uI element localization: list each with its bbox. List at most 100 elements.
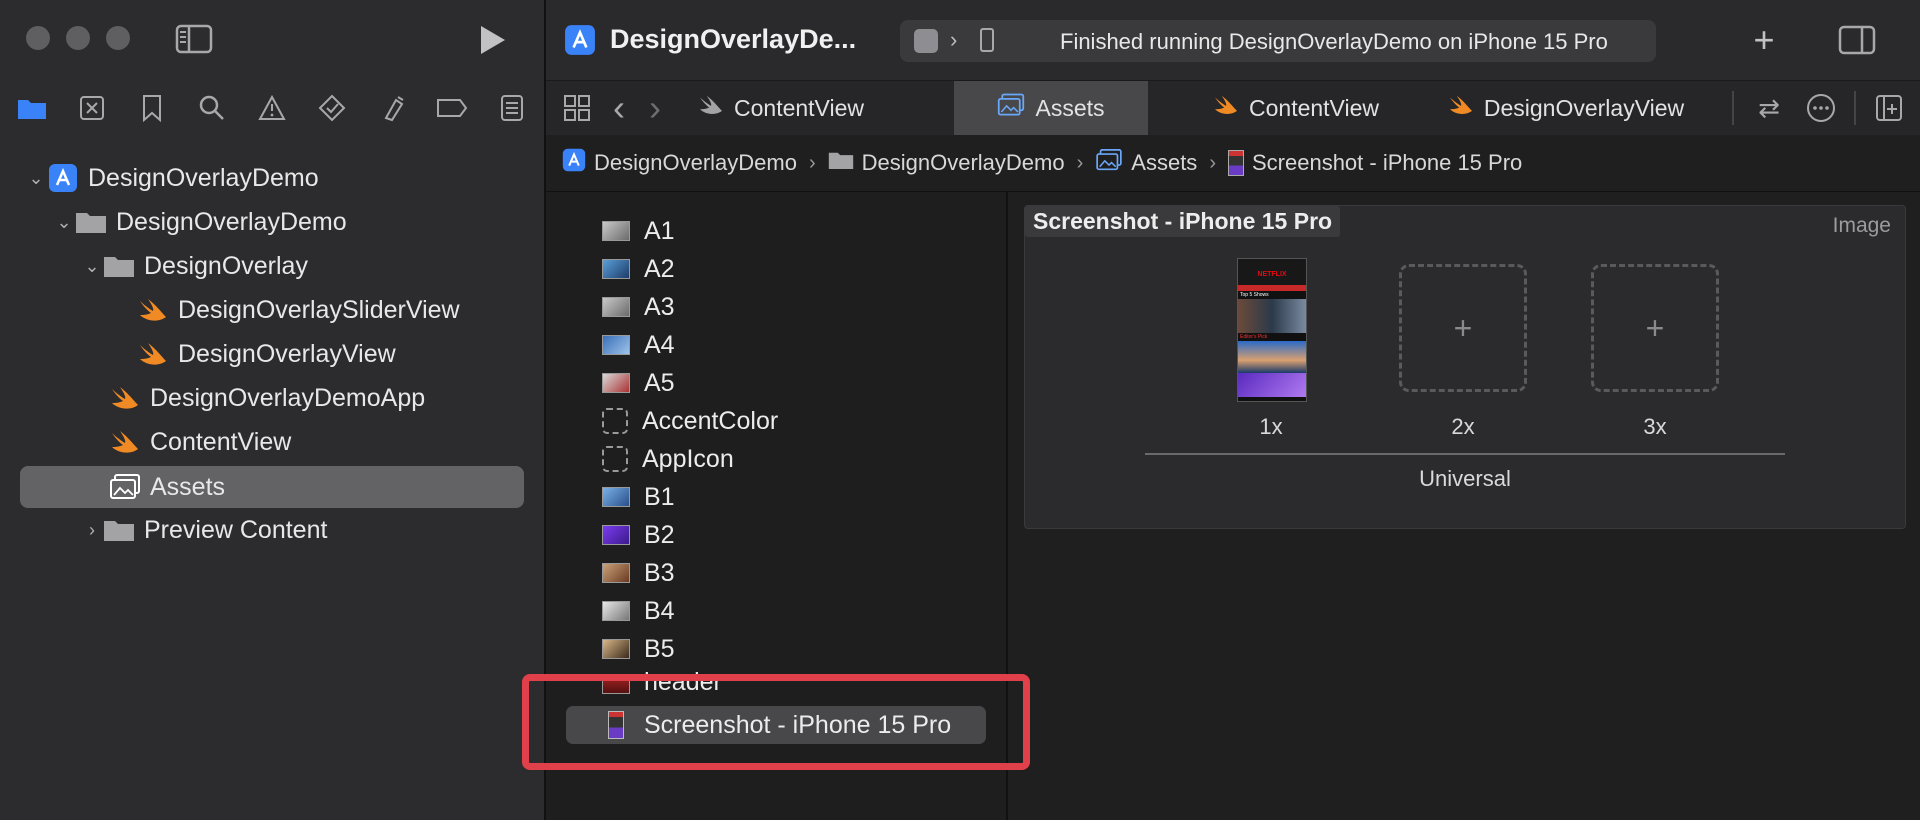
sidebar-toggle-icon[interactable] (174, 20, 214, 58)
list-item[interactable]: A5 (602, 364, 675, 402)
tree-item-group[interactable]: › Preview Content (82, 510, 327, 550)
list-item[interactable]: B5 (602, 630, 675, 668)
breadcrumb-item-project[interactable]: DesignOverlayDemo (562, 148, 797, 178)
app-scheme-icon[interactable] (914, 29, 938, 53)
list-item[interactable]: B3 (602, 554, 675, 592)
tree-item-file[interactable]: ContentView (108, 422, 291, 462)
folder-icon (74, 207, 108, 237)
tree-item-group[interactable]: ⌄ DesignOverlay (82, 246, 308, 286)
zoom-window-button[interactable] (106, 26, 130, 50)
image-thumbnail-icon (602, 373, 630, 393)
chevron-right-icon: › (950, 27, 958, 52)
forward-chevron-icon[interactable]: › (640, 87, 670, 128)
image-slot-3x[interactable]: + (1591, 264, 1719, 392)
list-item[interactable]: AccentColor (602, 402, 778, 440)
chevron-down-icon[interactable]: ⌄ (26, 168, 46, 189)
chevron-right-icon: › (1076, 151, 1084, 174)
image-slot-2x[interactable]: + (1399, 264, 1527, 392)
swap-arrows-icon[interactable]: ⇄ (1752, 91, 1786, 125)
tab-contentview[interactable]: ContentView (1186, 81, 1406, 135)
asset-label: A3 (644, 292, 675, 321)
tab-contentview[interactable]: ContentView (686, 81, 876, 135)
thumbnail-brand: NETFLIX (1257, 271, 1287, 278)
iphone-device-icon[interactable] (980, 28, 994, 52)
image-slot-1x[interactable]: NETFLIX Top 5 Shows Editor's Pick (1237, 258, 1307, 402)
tree-item-label: Assets (150, 472, 226, 501)
xcode-project-icon (564, 24, 596, 56)
tree-item-label: DesignOverlay (144, 251, 308, 280)
add-icon[interactable]: + (1744, 19, 1784, 60)
chevron-down-icon[interactable]: ⌄ (82, 256, 102, 277)
warning-icon[interactable] (252, 86, 292, 130)
back-chevron-icon[interactable]: ‹ (604, 87, 634, 128)
tab-label: Assets (1035, 94, 1105, 121)
minimize-window-button[interactable] (66, 26, 90, 50)
list-item[interactable]: B4 (602, 592, 675, 630)
swift-file-icon (136, 295, 170, 325)
asset-label: B1 (644, 482, 675, 511)
search-icon[interactable] (192, 86, 232, 130)
image-thumbnail-icon (602, 601, 630, 621)
tree-item-file[interactable]: DesignOverlayDemoApp (108, 378, 425, 418)
list-item[interactable]: A3 (602, 288, 675, 326)
run-play-icon[interactable] (472, 20, 512, 60)
tree-item-project[interactable]: ⌄ DesignOverlayDemo (26, 158, 319, 198)
navigator-selector-bar (0, 86, 544, 130)
project-title: DesignOverlayDe... (610, 24, 857, 54)
asset-label: AppIcon (642, 444, 734, 473)
debug-icon[interactable] (372, 86, 412, 130)
grid-related-items-icon[interactable] (560, 91, 594, 125)
breadcrumb-label: Screenshot - iPhone 15 Pro (1251, 150, 1523, 175)
list-item[interactable]: A2 (602, 250, 675, 288)
slot-label-2x: 2x (1451, 414, 1475, 439)
breadcrumb-item-assets[interactable]: Assets (1095, 149, 1197, 177)
chevron-right-icon[interactable]: › (82, 520, 102, 541)
source-control-icon[interactable] (72, 86, 112, 130)
image-set-title: Screenshot - iPhone 15 Pro (1025, 206, 1341, 237)
bookmark-icon[interactable] (132, 86, 172, 130)
list-item[interactable]: B2 (602, 516, 675, 554)
activity-status-bar[interactable]: › Finished running DesignOverlayDemo on … (900, 20, 1656, 62)
folder-icon (102, 515, 136, 545)
group-label: Universal (1419, 466, 1511, 491)
tree-item-label: DesignOverlaySliderView (178, 295, 460, 324)
inspector-toggle-icon[interactable] (1836, 22, 1878, 58)
divider (1854, 91, 1856, 125)
report-icon[interactable] (492, 86, 532, 130)
tree-item-label: DesignOverlayDemoApp (150, 383, 426, 412)
folder-icon[interactable] (12, 86, 52, 130)
list-item[interactable]: AppIcon (602, 440, 734, 478)
thumbnail-section-1: Top 5 Shows (1240, 292, 1269, 298)
asset-label: A2 (644, 254, 675, 283)
divider (1732, 91, 1734, 125)
tree-item-label: DesignOverlayDemo (116, 207, 347, 236)
breadcrumb: DesignOverlayDemo › DesignOverlayDemo › … (546, 135, 1920, 192)
list-item[interactable]: B1 (602, 478, 675, 516)
list-item[interactable]: A4 (602, 326, 675, 364)
tree-item-file[interactable]: DesignOverlaySliderView (136, 290, 460, 330)
chevron-right-icon: › (808, 151, 816, 174)
tab-designoverlayview[interactable]: DesignOverlayView (1426, 81, 1706, 135)
test-icon[interactable] (312, 86, 352, 130)
plus-icon: + (1453, 309, 1473, 346)
more-options-icon[interactable] (1804, 91, 1838, 125)
tree-item-group[interactable]: ⌄ DesignOverlayDemo (54, 202, 347, 242)
asset-catalog-icon (1095, 149, 1123, 177)
tab-assets[interactable]: Assets (954, 81, 1148, 135)
color-set-icon (602, 408, 628, 434)
tree-item-assets[interactable]: Assets (20, 466, 524, 508)
tree-item-label: DesignOverlayDemo (88, 163, 319, 192)
list-item[interactable]: A1 (602, 212, 675, 250)
breadcrumb-item-image[interactable]: Screenshot - iPhone 15 Pro (1227, 150, 1523, 176)
tree-item-file[interactable]: DesignOverlayView (136, 334, 396, 374)
xcode-project-icon (46, 163, 80, 193)
breadcrumb-label: Assets (1131, 150, 1198, 175)
asset-label: B5 (644, 634, 675, 663)
chevron-down-icon[interactable]: ⌄ (54, 212, 74, 233)
breakpoint-icon[interactable] (432, 86, 472, 130)
asset-label: A5 (644, 368, 675, 397)
breadcrumb-item-group[interactable]: DesignOverlayDemo (828, 150, 1065, 176)
asset-catalog-icon (108, 472, 142, 502)
add-editor-icon[interactable] (1872, 91, 1906, 125)
close-window-button[interactable] (26, 26, 50, 50)
